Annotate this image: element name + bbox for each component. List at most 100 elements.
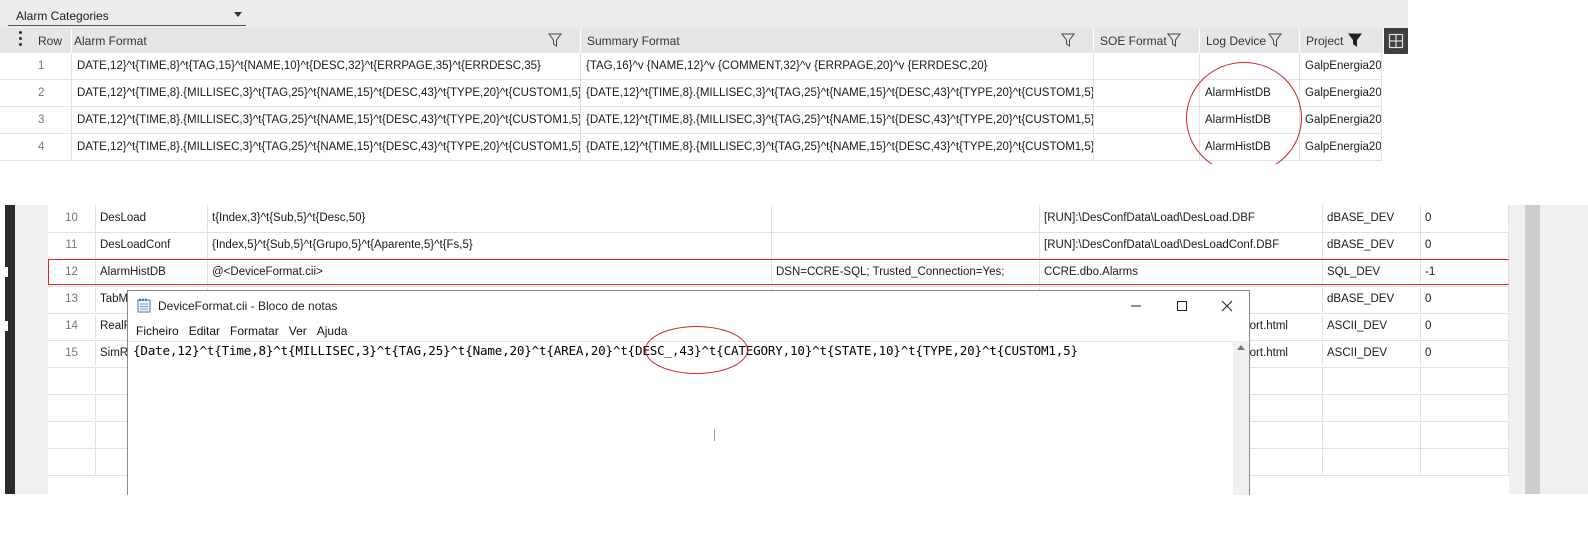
column-header-alarm-format[interactable]: Alarm Format xyxy=(72,28,581,53)
maximize-button[interactable] xyxy=(1159,291,1205,321)
row-number xyxy=(48,421,96,447)
device-format-cell[interactable]: t{Index,3}^t{Sub,5}^t{Desc,50} xyxy=(208,205,772,231)
device-file-cell[interactable]: [RUN]:\DesConfData\Load\DesLoadConf.DBF xyxy=(1040,232,1323,258)
project-cell[interactable]: GalpEnergia20 xyxy=(1300,134,1382,160)
device-name-cell[interactable]: DesLoadConf xyxy=(96,232,208,258)
soe-format-cell[interactable] xyxy=(1094,107,1200,133)
soe-format-cell[interactable] xyxy=(1094,53,1200,79)
table-row[interactable]: 4 DATE,12}^t{TIME,8}.{MILLISEC,3}^t{TAG,… xyxy=(0,134,1382,161)
table-row[interactable]: 2 DATE,12}^t{TIME,8}.{MILLISEC,3}^t{TAG,… xyxy=(0,80,1382,107)
device-value-cell[interactable]: 0 xyxy=(1421,340,1509,366)
column-header-project[interactable]: Project xyxy=(1300,28,1384,53)
device-connection-cell[interactable] xyxy=(772,232,1040,258)
summary-format-cell[interactable]: {DATE,12}^t{TIME,8}.{MILLISEC,3}^t{TAG,2… xyxy=(581,107,1094,133)
device-type-cell[interactable]: dBASE_DEV xyxy=(1323,286,1421,312)
device-value-cell[interactable]: 0 xyxy=(1421,286,1509,312)
project-cell[interactable]: GalpEnergia20 xyxy=(1300,53,1382,79)
device-value-cell[interactable] xyxy=(1421,394,1509,420)
grid-icon xyxy=(1388,33,1404,49)
device-value-cell[interactable] xyxy=(1421,367,1509,393)
close-icon xyxy=(1221,300,1233,312)
chevron-down-icon[interactable] xyxy=(234,12,242,17)
summary-format-cell[interactable]: {DATE,12}^t{TIME,8}.{MILLISEC,3}^t{TAG,2… xyxy=(581,134,1094,160)
alarm-format-cell[interactable]: DATE,12}^t{TIME,8}^t{TAG,15}^t{NAME,10}^… xyxy=(72,53,581,79)
device-name-cell[interactable]: DesLoad xyxy=(96,205,208,231)
column-header-summary-format[interactable]: Summary Format xyxy=(581,28,1094,53)
filter-icon[interactable] xyxy=(1268,33,1282,47)
summary-format-cell[interactable]: {DATE,12}^t{TIME,8}.{MILLISEC,3}^t{TAG,2… xyxy=(581,80,1094,106)
filter-active-icon[interactable] xyxy=(1348,33,1362,47)
soe-format-cell[interactable] xyxy=(1094,134,1200,160)
project-cell[interactable]: GalpEnergia20 xyxy=(1300,80,1382,106)
row-number: 3 xyxy=(0,107,72,133)
notepad-vertical-scrollbar[interactable] xyxy=(1233,341,1249,495)
row-highlight-box xyxy=(48,259,1511,285)
category-bar: Alarm Categories xyxy=(0,0,1408,28)
alarm-format-cell[interactable]: DATE,12}^t{TIME,8}.{MILLISEC,3}^t{TAG,25… xyxy=(72,80,581,106)
menu-item-format[interactable]: Formatar xyxy=(230,324,279,338)
row-number: 13 xyxy=(48,286,96,312)
notepad-icon xyxy=(137,298,151,313)
vertical-scrollbar[interactable] xyxy=(1525,205,1540,494)
category-select-value: Alarm Categories xyxy=(16,8,109,23)
filter-icon[interactable] xyxy=(1167,33,1181,47)
table-row[interactable]: 10 DesLoad t{Index,3}^t{Sub,5}^t{Desc,50… xyxy=(48,205,1509,233)
device-value-cell[interactable] xyxy=(1421,421,1509,447)
left-dark-bar xyxy=(5,205,15,494)
device-value-cell[interactable]: 0 xyxy=(1421,313,1509,339)
grid-layout-button[interactable] xyxy=(1384,28,1408,54)
column-header-row[interactable]: Row xyxy=(32,28,72,53)
summary-format-cell[interactable]: {TAG,16}^v {NAME,12}^v {COMMENT,32}^v {E… xyxy=(581,53,1094,79)
column-header-log-device[interactable]: Log Device xyxy=(1200,28,1300,53)
device-type-cell[interactable]: ASCII_DEV xyxy=(1323,313,1421,339)
device-type-cell[interactable]: dBASE_DEV xyxy=(1323,205,1421,231)
close-button[interactable] xyxy=(1204,291,1249,321)
row-number xyxy=(48,367,96,393)
device-connection-cell[interactable] xyxy=(772,205,1040,231)
column-header-soe-format[interactable]: SOE Format xyxy=(1094,28,1200,53)
log-device-cell[interactable]: AlarmHistDB xyxy=(1200,134,1300,160)
soe-format-cell[interactable] xyxy=(1094,80,1200,106)
table-row[interactable]: 1 DATE,12}^t{TIME,8}^t{TAG,15}^t{NAME,10… xyxy=(0,53,1382,80)
text-cursor xyxy=(714,429,715,441)
category-select[interactable]: Alarm Categories xyxy=(8,6,246,26)
filter-icon[interactable] xyxy=(1061,33,1075,47)
table-row[interactable]: 3 DATE,12}^t{TIME,8}.{MILLISEC,3}^t{TAG,… xyxy=(0,107,1382,134)
grid-header: Row Alarm Format Summary Format SOE Form… xyxy=(0,28,1408,53)
notepad-title-bar[interactable]: DeviceFormat.cii - Bloco de notas xyxy=(128,291,1249,321)
log-device-cell[interactable]: AlarmHistDB xyxy=(1200,107,1300,133)
minimize-button[interactable] xyxy=(1113,291,1159,321)
device-type-cell[interactable] xyxy=(1323,448,1421,474)
log-device-cell[interactable]: AlarmHistDB xyxy=(1200,80,1300,106)
alarm-format-cell[interactable]: DATE,12}^t{TIME,8}.{MILLISEC,3}^t{TAG,25… xyxy=(72,107,581,133)
device-type-cell[interactable] xyxy=(1323,421,1421,447)
more-options-icon[interactable] xyxy=(18,31,24,49)
device-type-cell[interactable]: ASCII_DEV xyxy=(1323,340,1421,366)
project-cell[interactable]: GalpEnergia20 xyxy=(1300,107,1382,133)
filter-icon[interactable] xyxy=(548,33,562,47)
device-type-cell[interactable] xyxy=(1323,394,1421,420)
menu-item-help[interactable]: Ajuda xyxy=(317,324,348,338)
device-value-cell[interactable]: 0 xyxy=(1421,205,1509,231)
menu-item-edit[interactable]: Editar xyxy=(189,324,220,338)
alarm-format-cell[interactable]: DATE,12}^t{TIME,8}.{MILLISEC,3}^t{TAG,25… xyxy=(72,134,581,160)
row-number: 4 xyxy=(0,134,72,160)
column-header-label: SOE Format xyxy=(1100,33,1167,48)
notepad-menu-bar: Ficheiro Editar Formatar Ver Ajuda xyxy=(128,321,1249,341)
log-device-cell[interactable] xyxy=(1200,53,1300,79)
device-type-cell[interactable]: dBASE_DEV xyxy=(1323,232,1421,258)
row-number: 1 xyxy=(0,53,72,79)
menu-item-file[interactable]: Ficheiro xyxy=(136,324,179,338)
scroll-up-icon[interactable] xyxy=(1237,345,1245,350)
device-type-cell[interactable] xyxy=(1323,367,1421,393)
device-value-cell[interactable]: 0 xyxy=(1421,232,1509,258)
window-title: DeviceFormat.cii - Bloco de notas xyxy=(158,299,338,313)
notepad-text-area[interactable]: {Date,12}^t{Time,8}^t{MILLISEC,3}^t{TAG,… xyxy=(128,341,1233,495)
device-value-cell[interactable] xyxy=(1421,448,1509,474)
menu-item-view[interactable]: Ver xyxy=(289,324,307,338)
row-number xyxy=(48,448,96,474)
table-row[interactable]: 11 DesLoadConf {Index,5}^t{Sub,5}^t{Grup… xyxy=(48,232,1509,260)
device-format-cell[interactable]: {Index,5}^t{Sub,5}^t{Grupo,5}^t{Aparente… xyxy=(208,232,772,258)
device-file-cell[interactable]: [RUN]:\DesConfData\Load\DesLoad.DBF xyxy=(1040,205,1323,231)
column-header-label: Alarm Format xyxy=(74,33,147,48)
